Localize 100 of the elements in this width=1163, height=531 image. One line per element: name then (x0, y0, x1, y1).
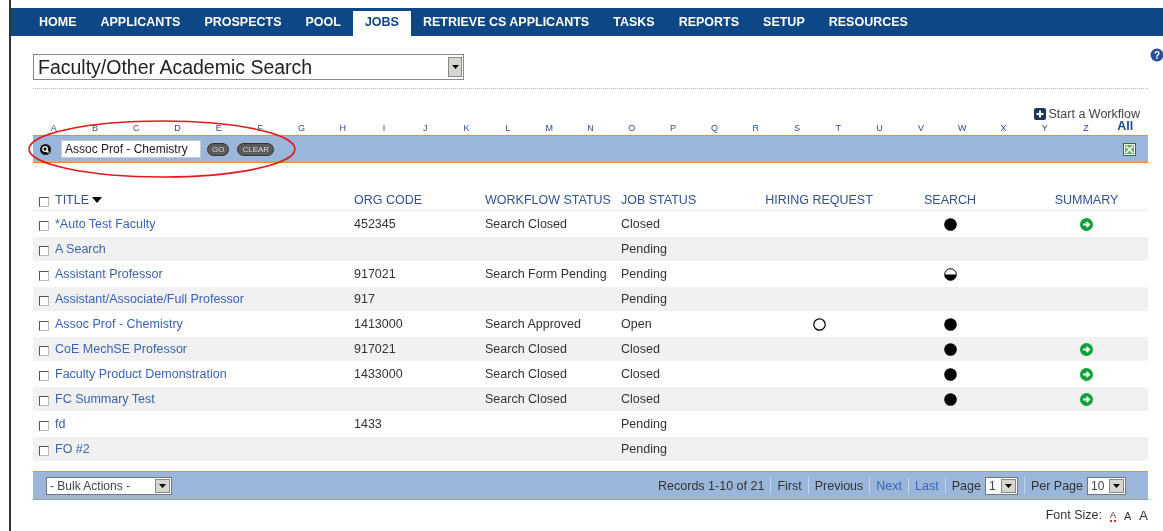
table-cell: Search Closed (485, 392, 567, 406)
first-link[interactable]: First (777, 478, 802, 493)
table-cell: 917021 (354, 342, 396, 356)
row-checkbox[interactable] (39, 220, 49, 231)
letter-link[interactable]: I (363, 123, 405, 133)
nav-tab[interactable]: HOME (27, 11, 89, 36)
letter-link[interactable]: S (776, 123, 818, 133)
column-header[interactable]: SEARCH (923, 193, 977, 207)
row-checkbox[interactable] (39, 245, 49, 256)
letter-link[interactable]: O (611, 123, 653, 133)
letter-link[interactable]: J (404, 123, 446, 133)
search-field[interactable]: Assoc Prof - Chemistry (61, 140, 201, 158)
row-checkbox[interactable] (39, 295, 49, 306)
row-checkbox[interactable] (39, 445, 49, 456)
job-title-link[interactable]: CoE MechSE Professor (55, 342, 187, 356)
table-cell: Pending (621, 417, 667, 431)
letter-link[interactable]: Q (693, 123, 736, 133)
letter-link[interactable]: W (941, 123, 983, 133)
job-title-link[interactable]: fd (55, 417, 66, 431)
letter-link[interactable]: Z (1065, 123, 1107, 133)
arrow-right-icon[interactable] (1080, 217, 1093, 231)
row-checkbox[interactable] (39, 270, 49, 281)
column-header[interactable]: TITLE (55, 193, 90, 207)
column-header[interactable]: SUMMARY (1054, 193, 1119, 207)
plus-icon (1033, 108, 1046, 120)
nav-tab[interactable]: APPLICANTS (88, 11, 193, 36)
job-title-link[interactable]: FC Summary Test (55, 392, 155, 406)
table-cell: Search Approved (485, 317, 581, 331)
job-title-link[interactable]: Assistant/Associate/Full Professor (55, 292, 244, 306)
letter-link[interactable]: T (817, 123, 859, 133)
row-checkbox[interactable] (39, 395, 49, 406)
table-cell: 1413000 (354, 317, 403, 331)
arrow-right-icon[interactable] (1080, 367, 1093, 381)
table-cell: Closed (621, 217, 660, 231)
go-button[interactable]: GO (207, 142, 230, 156)
font-size-option[interactable]: A (1124, 511, 1132, 522)
row-checkbox[interactable] (39, 370, 49, 381)
letter-link[interactable]: U (858, 123, 901, 133)
letter-link[interactable]: D (156, 123, 199, 133)
all-link[interactable]: All (1106, 119, 1144, 133)
nav-tab[interactable]: RETRIEVE CS APPLICANTS (410, 11, 602, 36)
page-select[interactable]: 1 (984, 476, 1018, 495)
job-title-link[interactable]: *Auto Test Faculty (55, 217, 156, 231)
arrow-right-icon[interactable] (1080, 342, 1093, 356)
row-checkbox[interactable] (39, 420, 49, 431)
letter-link[interactable]: M (528, 123, 570, 133)
table-cell: Pending (621, 442, 667, 456)
letter-link[interactable]: Y (1024, 123, 1066, 133)
nav-tab[interactable]: REPORTS (666, 11, 752, 36)
select-all-checkbox[interactable] (39, 197, 49, 207)
column-header[interactable]: ORG CODE (354, 193, 423, 207)
column-header[interactable]: WORKFLOW STATUS (485, 193, 611, 207)
letter-link[interactable]: C (115, 123, 157, 133)
table-cell: Search Closed (485, 342, 567, 356)
letter-link[interactable]: B (74, 123, 116, 133)
nav-tab[interactable]: JOBS (352, 11, 411, 36)
letter-link[interactable]: L (487, 123, 529, 133)
column-header[interactable]: JOB STATUS (621, 193, 697, 207)
letter-link[interactable]: N (569, 123, 612, 133)
row-checkbox[interactable] (39, 345, 49, 356)
job-title-link[interactable]: Faculty Product Demonstration (55, 367, 227, 381)
nav-tab[interactable]: POOL (293, 11, 353, 36)
letter-link[interactable]: H (322, 123, 364, 133)
letter-link[interactable]: E (198, 123, 240, 133)
font-size-option[interactable]: A (1109, 511, 1116, 522)
job-title-link[interactable]: Assistant Professor (55, 267, 163, 281)
nav-tab[interactable]: TASKS (601, 11, 667, 36)
letter-link[interactable]: V (900, 123, 942, 133)
letter-link[interactable]: P (652, 123, 694, 133)
letter-link[interactable]: K (445, 123, 488, 133)
job-title-link[interactable]: Assoc Prof - Chemistry (55, 317, 183, 331)
arrow-right-icon[interactable] (1080, 392, 1093, 406)
table-cell: Search Form Pending (485, 267, 607, 281)
view-select[interactable]: Faculty/Other Academic Search (33, 54, 464, 80)
table-cell: Pending (621, 292, 667, 306)
previous-link[interactable]: Previous (814, 478, 864, 493)
job-title-link[interactable]: A Search (55, 242, 106, 256)
letter-link[interactable]: A (33, 123, 75, 133)
nav-tab[interactable]: RESOURCES (816, 11, 920, 36)
nav-tab[interactable]: PROSPECTS (192, 11, 294, 36)
clear-button[interactable]: CLEAR (237, 142, 275, 156)
per-page-select[interactable]: 10 (1087, 476, 1126, 495)
table-cell: Search Closed (485, 367, 567, 381)
spreadsheet-icon[interactable] (1123, 142, 1136, 156)
letter-link[interactable]: G (280, 123, 323, 133)
job-title-link[interactable]: FO #2 (55, 442, 90, 456)
letter-link[interactable]: F (239, 123, 281, 133)
letter-link[interactable]: R (735, 123, 777, 133)
table-cell: Open (621, 317, 652, 331)
font-size-option[interactable]: A (1139, 509, 1148, 522)
column-header[interactable]: HIRING REQUEST (765, 193, 873, 207)
letter-link[interactable]: X (982, 123, 1025, 133)
table-cell: Search Closed (485, 217, 567, 231)
records-count: Records 1-10 of 21 (658, 478, 765, 493)
start-workflow-link[interactable]: Start a Workflow (1033, 107, 1140, 121)
nav-tab[interactable]: SETUP (751, 11, 817, 36)
table-cell: 917021 (354, 267, 396, 281)
row-checkbox[interactable] (39, 320, 49, 331)
bulk-actions-select[interactable]: - Bulk Actions - (46, 476, 172, 495)
help-icon[interactable]: ? (1150, 48, 1163, 62)
